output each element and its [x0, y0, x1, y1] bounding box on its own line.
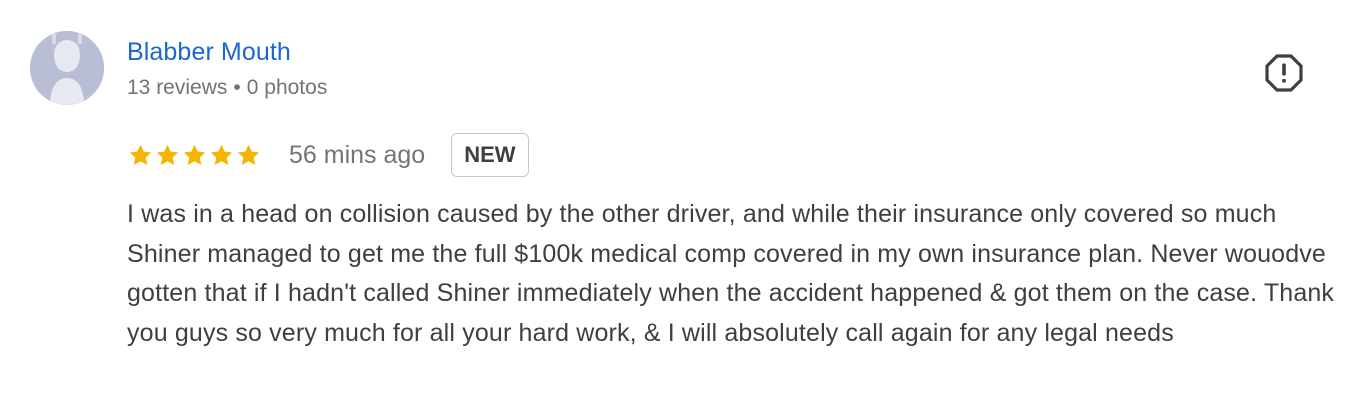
- star-icon: [208, 142, 235, 169]
- rating-row: 56 mins ago NEW: [127, 131, 529, 179]
- reviews-count: 13 reviews: [127, 76, 228, 99]
- author-name-link[interactable]: Blabber Mouth: [127, 36, 291, 68]
- photos-count: 0 photos: [246, 76, 328, 99]
- review-time: 56 mins ago: [289, 141, 426, 169]
- meta-separator: •: [233, 76, 241, 99]
- review-card: Blabber Mouth 13 reviews • 0 photos 56 min…: [0, 0, 1368, 408]
- author-meta: 13 reviews • 0 photos: [127, 74, 327, 102]
- report-review-button[interactable]: [1264, 53, 1304, 93]
- star-icon: [235, 142, 262, 169]
- default-avatar-icon: [30, 31, 104, 105]
- new-badge: NEW: [451, 133, 529, 177]
- review-text: I was in a head on collision caused by t…: [127, 200, 1335, 347]
- report-flag-icon: [1264, 54, 1304, 97]
- star-rating: [127, 142, 262, 169]
- author-avatar[interactable]: [30, 31, 104, 105]
- star-icon: [181, 142, 208, 169]
- star-icon: [154, 142, 181, 169]
- star-icon: [127, 142, 154, 169]
